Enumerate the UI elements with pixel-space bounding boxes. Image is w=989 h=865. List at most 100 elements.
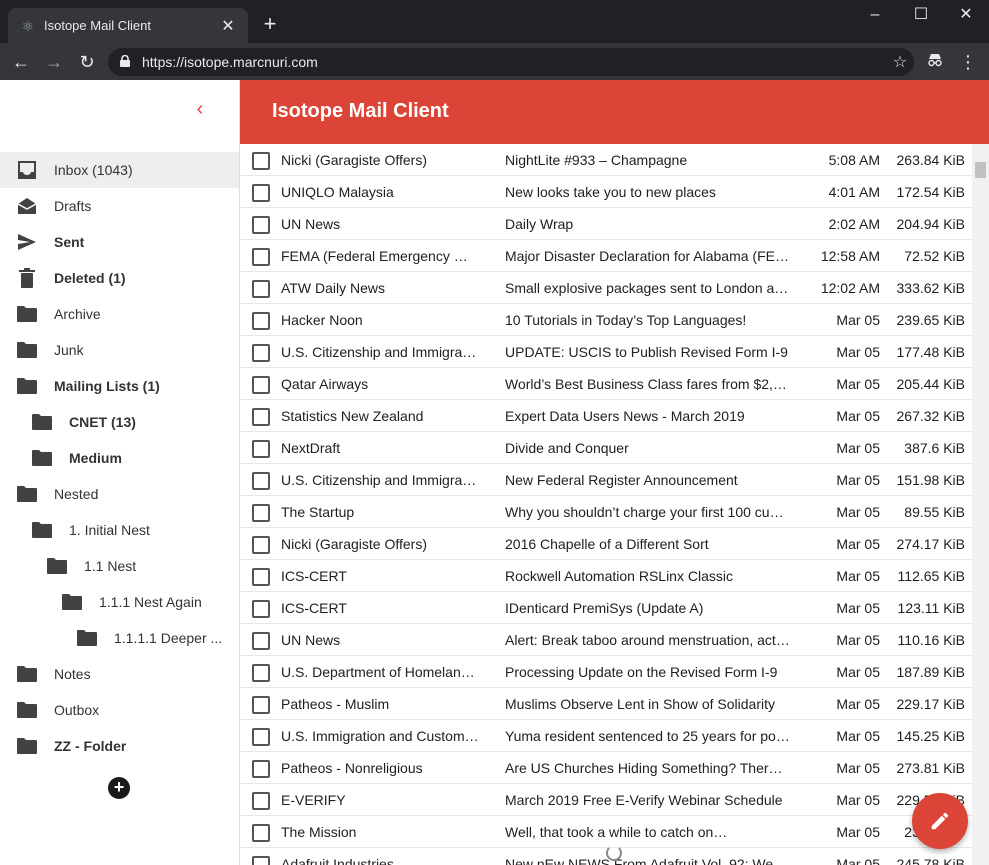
message-checkbox[interactable] (252, 248, 270, 266)
message-row[interactable]: U.S. Department of Homeland Security Proc… (240, 656, 972, 688)
message-row[interactable]: UNIQLO Malaysia New looks take you to new… (240, 176, 972, 208)
message-row[interactable]: NextDraft Divide and Conquer Mar 05 387.6 K… (240, 432, 972, 464)
sidebar-folder-item[interactable]: Deleted (1) (0, 260, 239, 296)
message-date: Mar 05 (836, 728, 880, 744)
message-checkbox[interactable] (252, 440, 270, 458)
message-checkbox[interactable] (252, 472, 270, 490)
message-date: Mar 05 (836, 312, 880, 328)
message-row[interactable]: Hacker Noon 10 Tutorials in Today’s Top L… (240, 304, 972, 336)
message-row[interactable]: FEMA (Federal Emergency Management Agenc… (240, 240, 972, 272)
sidebar-folder-item[interactable]: 1.1.1 Nest Again (0, 584, 239, 620)
message-size: 387.6 KiB (904, 440, 965, 456)
message-row[interactable]: UN News Alert: Break taboo around menstru… (240, 624, 972, 656)
message-checkbox[interactable] (252, 728, 270, 746)
message-row[interactable]: ATW Daily News Small explosive packages s… (240, 272, 972, 304)
sidebar-folder-item[interactable]: ZZ - Folder (0, 728, 239, 764)
address-bar[interactable]: https://isotope.marcnuri.com ☆ (108, 48, 914, 76)
message-checkbox[interactable] (252, 408, 270, 426)
collapse-sidebar-icon[interactable]: ‹ (190, 98, 210, 121)
message-checkbox[interactable] (252, 600, 270, 618)
message-row[interactable]: Nicki (Garagiste Offers) 2016 Chapelle of… (240, 528, 972, 560)
message-checkbox[interactable] (252, 184, 270, 202)
message-size: 245.78 KiB (896, 856, 966, 865)
app-header: Isotope Mail Client (240, 80, 989, 144)
message-checkbox[interactable] (252, 696, 270, 714)
message-checkbox[interactable] (252, 792, 270, 810)
message-size: 123.11 KiB (897, 600, 965, 616)
incognito-icon[interactable] (922, 49, 948, 75)
message-subject: Processing Update on the Revised Form I-… (505, 664, 778, 680)
message-subject: Daily Wrap (505, 216, 574, 232)
message-checkbox[interactable] (252, 632, 270, 650)
sidebar-folder-label: Mailing Lists (1) (54, 378, 160, 394)
sidebar-folder-item[interactable]: Mailing Lists (1) (0, 368, 239, 404)
sidebar-folder-item[interactable]: Sent (0, 224, 239, 260)
sidebar-folder-item[interactable]: 1.1 Nest (0, 548, 239, 584)
add-folder-icon[interactable]: + (108, 777, 130, 799)
sidebar-folder-label: Sent (54, 234, 85, 250)
sidebar-folder-item[interactable]: 1.1.1.1 Deeper ... (0, 620, 239, 656)
message-row[interactable]: Qatar Airways World’s Best Business Class… (240, 368, 972, 400)
sidebar-folder-item[interactable]: Outbox (0, 692, 239, 728)
back-arrow-icon[interactable]: ← (8, 49, 34, 75)
message-checkbox[interactable] (252, 856, 270, 865)
message-row[interactable]: E-VERIFY March 2019 Free E-Verify Webinar… (240, 784, 972, 816)
sidebar-folder-label: 1.1.1.1 Deeper ... (114, 630, 223, 646)
message-checkbox[interactable] (252, 344, 270, 362)
message-subject: Alert: Break taboo around menstruation, … (505, 632, 790, 648)
loading-spinner-icon (606, 845, 622, 861)
message-checkbox[interactable] (252, 824, 270, 842)
sidebar-folder-item[interactable]: Junk (0, 332, 239, 368)
close-tab-icon[interactable]: ✕ (218, 16, 238, 36)
reload-icon[interactable]: ↻ (74, 49, 100, 75)
message-checkbox[interactable] (252, 760, 270, 778)
sidebar-folder-item[interactable]: Nested (0, 476, 239, 512)
folder-icon (76, 628, 98, 648)
message-date: 12:02 AM (820, 280, 880, 296)
browser-tab[interactable]: ⚛ Isotope Mail Client ✕ (8, 8, 248, 43)
scrollbar[interactable] (972, 144, 989, 865)
sidebar-folder-item[interactable]: 1. Initial Nest (0, 512, 239, 548)
message-row[interactable]: UN News Daily Wrap 2:02 AM 204.94 KiB (240, 208, 972, 240)
close-window-icon[interactable]: ✕ (943, 4, 989, 28)
sidebar-folder-item[interactable]: Archive (0, 296, 239, 332)
message-row[interactable]: U.S. Citizenship and Immigration Service… (240, 336, 972, 368)
sidebar-folder-label: 1.1.1 Nest Again (99, 594, 202, 610)
message-checkbox[interactable] (252, 504, 270, 522)
menu-dots-icon[interactable]: ⋮ (955, 49, 981, 75)
message-checkbox[interactable] (252, 536, 270, 554)
message-checkbox[interactable] (252, 376, 270, 394)
message-row[interactable]: Patheos - Muslim Muslims Observe Lent in … (240, 688, 972, 720)
bookmark-star-icon[interactable]: ☆ (886, 52, 914, 72)
message-checkbox[interactable] (252, 664, 270, 682)
message-checkbox[interactable] (252, 568, 270, 586)
message-row[interactable]: The Startup Why you shouldn’t charge your… (240, 496, 972, 528)
sidebar-folder-label: Nested (54, 486, 99, 502)
sidebar-folder-item[interactable]: CNET (13) (0, 404, 239, 440)
compose-button[interactable] (912, 793, 968, 849)
message-row[interactable]: Statistics New Zealand Expert Data Users … (240, 400, 972, 432)
message-checkbox[interactable] (252, 280, 270, 298)
message-row[interactable]: The Mission Well, that took a while to ca… (240, 816, 972, 848)
forward-arrow-icon[interactable]: → (41, 49, 67, 75)
scrollbar-thumb[interactable] (975, 162, 986, 178)
message-from: The Startup (281, 504, 355, 520)
sidebar-folder-item[interactable]: Drafts (0, 188, 239, 224)
message-row[interactable]: ICS-CERT Rockwell Automation RSLinx Class… (240, 560, 972, 592)
message-from: UNIQLO Malaysia (281, 184, 394, 200)
maximize-icon[interactable]: ☐ (898, 4, 944, 28)
minimize-icon[interactable]: – (852, 4, 898, 28)
message-row[interactable]: ICS-CERT IDenticard PremiSys (Update A) Ma… (240, 592, 972, 624)
message-checkbox[interactable] (252, 312, 270, 330)
sidebar-folder-item[interactable]: Medium (0, 440, 239, 476)
message-row[interactable]: U.S. Citizenship and Immigration Service… (240, 464, 972, 496)
message-checkbox[interactable] (252, 152, 270, 170)
message-row[interactable]: Patheos - Nonreligious Are US Churches Hi… (240, 752, 972, 784)
message-row[interactable]: Nicki (Garagiste Offers) NightLite #933 –… (240, 144, 972, 176)
sidebar-folder-item[interactable]: Notes (0, 656, 239, 692)
message-checkbox[interactable] (252, 216, 270, 234)
sidebar-folder-item[interactable]: Inbox (1043) (0, 152, 239, 188)
new-tab-icon[interactable]: + (258, 12, 282, 36)
folder-icon (16, 304, 38, 324)
message-row[interactable]: U.S. Immigration and Customs Enforcement… (240, 720, 972, 752)
